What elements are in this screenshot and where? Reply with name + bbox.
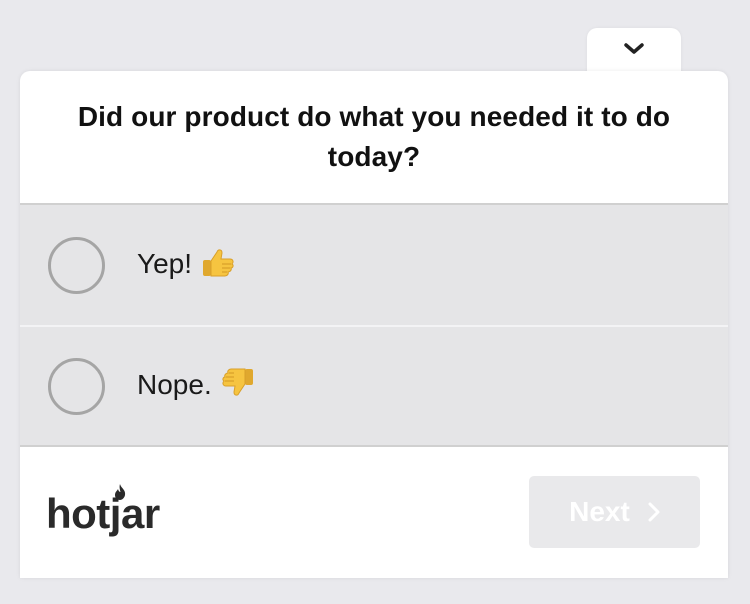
next-label: Next	[569, 495, 630, 527]
next-button[interactable]: Next	[529, 475, 700, 548]
chevron-right-icon	[648, 502, 660, 521]
option-yep[interactable]: Yep!	[20, 205, 728, 325]
option-nope[interactable]: Nope.	[20, 325, 728, 447]
thumbs-down-icon	[220, 365, 256, 408]
option-label: Yep!	[137, 244, 236, 287]
survey-footer: hotjar Next	[20, 447, 728, 576]
logo-text: hotjar	[46, 489, 160, 537]
radio-button[interactable]	[48, 357, 105, 415]
question-text: Did our product do what you needed it to…	[77, 101, 671, 172]
option-label: Nope.	[137, 365, 256, 408]
flame-icon	[115, 483, 126, 500]
thumbs-up-icon	[200, 244, 236, 287]
survey-widget: Did our product do what you needed it to…	[20, 71, 728, 578]
question-header: Did our product do what you needed it to…	[20, 71, 728, 205]
chevron-down-icon	[624, 43, 644, 54]
radio-button[interactable]	[48, 236, 105, 294]
hotjar-logo: hotjar	[46, 483, 160, 537]
